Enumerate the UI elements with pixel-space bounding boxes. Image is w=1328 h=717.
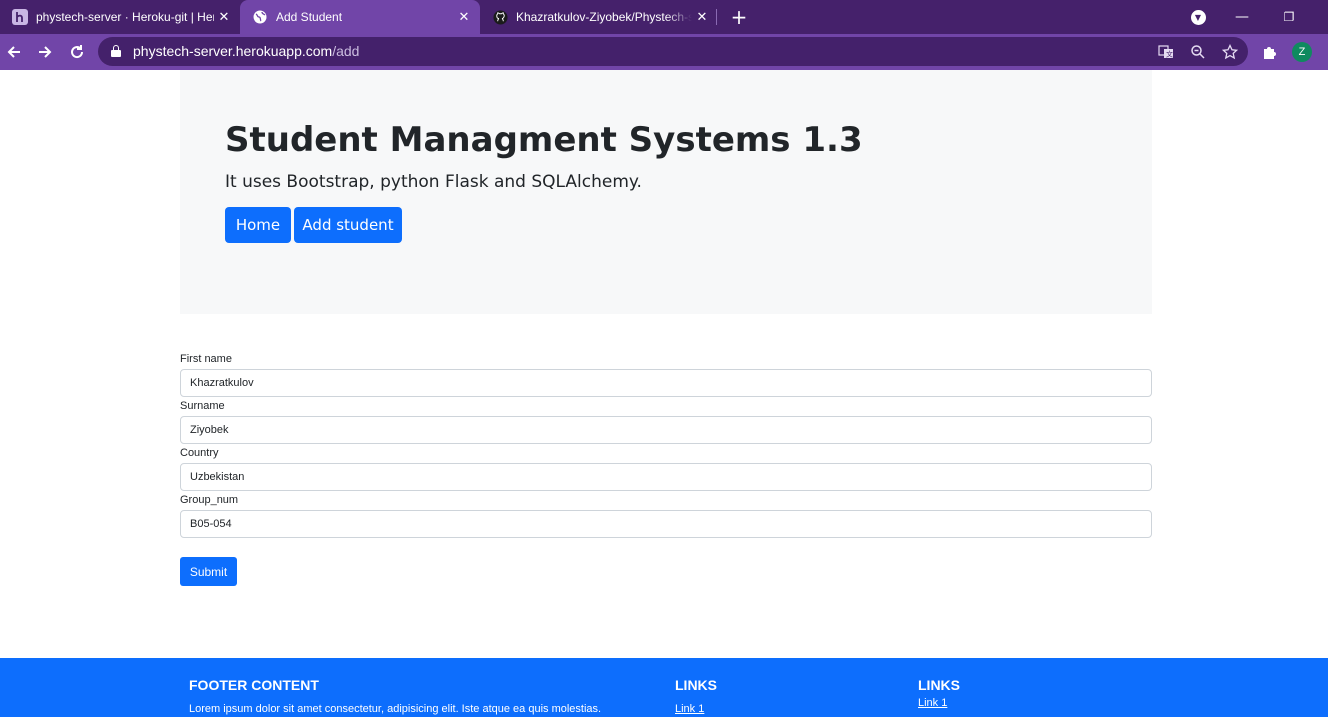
page-lead: It uses Bootstrap, python Flask and SQLA… (225, 172, 642, 192)
footer-heading: FOOTER CONTENT (189, 677, 319, 693)
footer-link[interactable]: Link 1 (918, 697, 947, 709)
reload-icon (71, 45, 84, 59)
tab-title: phystech-server · Heroku-git | Her (36, 10, 214, 24)
group-num-field[interactable]: B05-054 (180, 510, 1152, 538)
reload-button[interactable] (65, 40, 89, 64)
arrow-left-icon (7, 46, 20, 58)
url-host: phystech-server.herokuapp.com (133, 43, 333, 59)
heroku-icon (12, 9, 28, 25)
address-bar[interactable]: phystech-server.herokuapp.com/add 文 (98, 37, 1248, 66)
close-icon[interactable]: ✕ (692, 7, 712, 27)
footer-link[interactable]: Link 1 (675, 703, 704, 715)
group-num-label: Group_num (180, 494, 239, 506)
surname-label: Surname (180, 400, 225, 412)
url-path: /add (332, 43, 360, 59)
new-tab-button[interactable]: + (728, 7, 750, 27)
page-title: Student Managment Systems 1.3 (225, 120, 863, 160)
minimize-button[interactable]: — (1230, 0, 1254, 34)
back-button[interactable] (2, 40, 26, 64)
arrow-right-icon (39, 46, 52, 58)
profile-avatar[interactable]: Z (1292, 42, 1312, 62)
surname-field[interactable]: Ziyobek (180, 416, 1152, 444)
tab-strip: phystech-server · Heroku-git | Her ✕ Add… (0, 0, 1328, 34)
forward-button[interactable] (33, 40, 57, 64)
first-name-label: First name (180, 353, 232, 365)
lock-icon[interactable] (111, 45, 121, 57)
translate-icon[interactable]: 文 (1157, 43, 1175, 61)
close-icon[interactable]: ✕ (214, 7, 234, 27)
submit-button[interactable]: Submit (180, 557, 237, 586)
country-field[interactable]: Uzbekistan (180, 463, 1152, 491)
footer: FOOTER CONTENT Lorem ipsum dolor sit ame… (0, 658, 1328, 717)
tab-github[interactable]: Khazratkulov-Ziyobek/Phystech-s ✕ (480, 0, 718, 34)
footer-links-heading: LINKS (675, 677, 717, 693)
github-icon (492, 9, 508, 25)
home-button[interactable]: Home (225, 207, 291, 243)
tab-title: Add Student (276, 10, 343, 24)
chevron-down-icon: ▼ (1190, 9, 1206, 25)
restore-button[interactable]: ❐ (1277, 0, 1301, 34)
tab-add-student[interactable]: Add Student ✕ (240, 0, 480, 34)
tab-separator (716, 9, 717, 25)
tab-search-button[interactable]: ▼ (1187, 0, 1209, 34)
tab-title: Khazratkulov-Ziyobek/Phystech-s (516, 10, 692, 24)
extensions-puzzle-icon[interactable] (1260, 42, 1280, 62)
first-name-field[interactable]: Khazratkulov (180, 369, 1152, 397)
country-label: Country (180, 447, 219, 459)
url-text[interactable]: phystech-server.herokuapp.com/add (133, 43, 359, 59)
add-student-button[interactable]: Add student (294, 207, 402, 243)
footer-links-heading: LINKS (918, 677, 960, 693)
zoom-icon[interactable] (1189, 43, 1207, 61)
svg-text:文: 文 (1166, 50, 1173, 59)
jumbotron: Student Managment Systems 1.3 It uses Bo… (180, 70, 1152, 314)
bookmark-star-icon[interactable] (1221, 43, 1239, 61)
footer-text: Lorem ipsum dolor sit amet consectetur, … (189, 703, 602, 715)
tab-heroku[interactable]: phystech-server · Heroku-git | Her ✕ (0, 0, 240, 34)
globe-icon (252, 9, 268, 25)
close-icon[interactable]: ✕ (454, 7, 474, 27)
browser-toolbar: phystech-server.herokuapp.com/add 文 Z (0, 34, 1328, 70)
